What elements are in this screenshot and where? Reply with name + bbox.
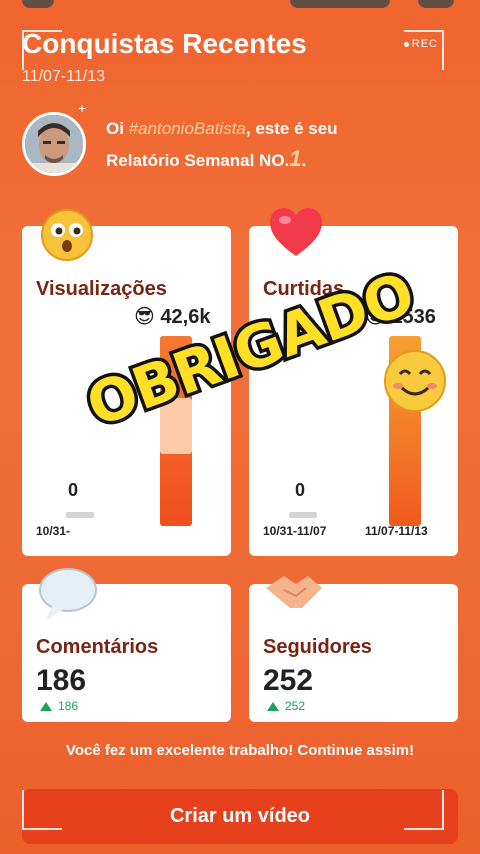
date-range: 11/07-11/13 (22, 68, 106, 85)
encouragement-message: Você fez um excelente trabalho! Continue… (65, 742, 415, 759)
views-value: 😎 42,6k (134, 304, 211, 328)
likes-prev-value: 0 (295, 480, 306, 500)
status-pill-center (290, 0, 390, 8)
followers-value: 252 (263, 664, 314, 697)
greeting-text: Oi #antonioBatista, este é seu Relatório… (106, 119, 338, 171)
followers-delta: 252 (267, 699, 305, 713)
rec-frame-bottom-left (22, 790, 62, 830)
rec-dot-icon (403, 41, 409, 47)
likes-prev-bar (289, 512, 317, 518)
comments-title: Comentários (36, 636, 159, 658)
plus-icon: + (78, 100, 87, 116)
up-arrow-icon (267, 702, 279, 711)
surprised-face-emoji-icon (40, 208, 94, 267)
user-portrait-icon (25, 115, 83, 173)
avatar[interactable] (22, 112, 86, 176)
status-pill-left (22, 0, 54, 8)
heart-icon (268, 206, 324, 263)
handshake-icon (262, 566, 326, 621)
smiling-face-emoji-icon (382, 348, 448, 419)
rec-frame-bottom-right (404, 790, 444, 830)
page-title: Conquistas Recentes (22, 28, 307, 59)
views-prev-value: 0 (68, 480, 79, 500)
weekly-rank: 1 (289, 146, 302, 171)
views-prev-label: 10/31- (36, 524, 71, 538)
speech-bubble-icon (38, 566, 100, 627)
create-video-button[interactable]: Criar um vídeo (22, 789, 458, 844)
rec-frame-top-right (404, 30, 444, 70)
sunglasses-face-icon: 😎 (134, 304, 155, 328)
username: #antonioBatista (128, 119, 246, 138)
likes-prev-label: 10/31-11/07 (263, 524, 327, 538)
likes-cur-label: 11/07-11/13 (365, 524, 428, 538)
followers-title: Seguidores (263, 636, 372, 658)
comments-delta: 186 (40, 699, 78, 713)
status-pill-right (418, 0, 454, 8)
views-title: Visualizações (36, 278, 167, 300)
up-arrow-icon (40, 702, 52, 711)
views-prev-bar (66, 512, 94, 518)
comments-value: 186 (36, 664, 87, 697)
rec-indicator: REC (403, 38, 438, 50)
